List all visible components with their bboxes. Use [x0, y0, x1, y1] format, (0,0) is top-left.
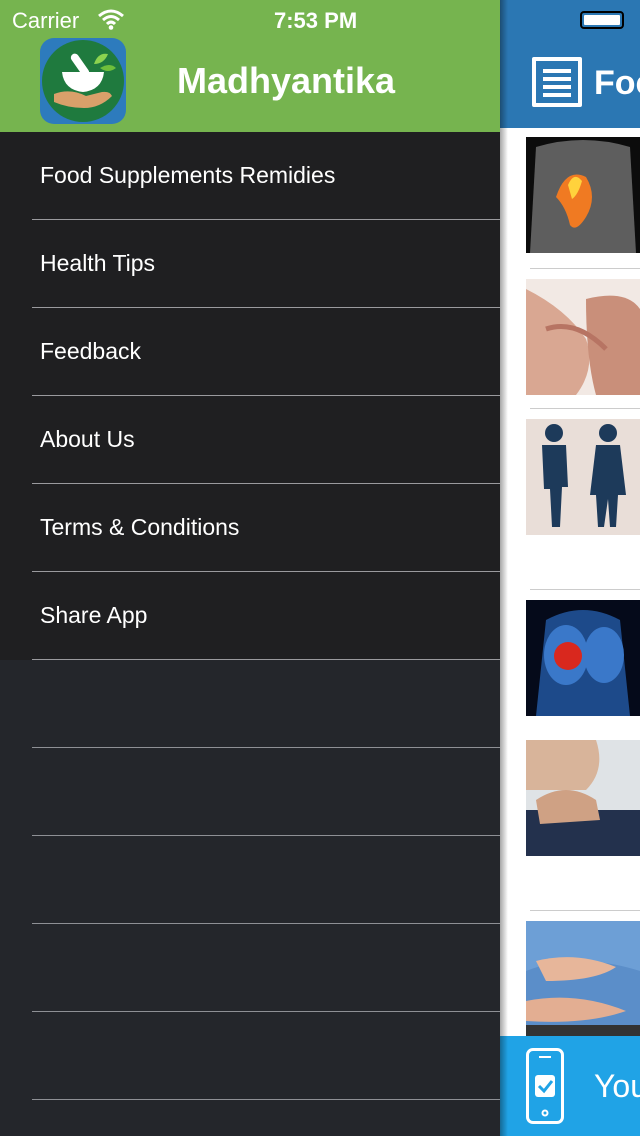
empty-menu-rows [0, 660, 500, 1136]
app-title: Madhyantika [177, 60, 396, 101]
battery-icon [580, 11, 624, 29]
menu-item-food-supplements[interactable]: Food Supplements Remidies [32, 132, 500, 220]
thumbnail-image[interactable] [526, 137, 640, 253]
banner-text: You [594, 1068, 640, 1104]
mortar-pestle-hand-icon [42, 40, 124, 122]
menu-item-label: Health Tips [40, 250, 156, 276]
empty-row [32, 836, 500, 924]
menu-item-share-app[interactable]: Share App [32, 572, 500, 660]
empty-row [32, 748, 500, 836]
thumbnail-image[interactable] [526, 740, 640, 856]
thumbnail-image[interactable] [526, 279, 640, 395]
drawer-menu: Food Supplements Remidies Health Tips Fe… [0, 132, 500, 660]
menu-item-label: About Us [40, 426, 135, 452]
menu-item-label: Feedback [40, 338, 142, 364]
empty-row [32, 1012, 500, 1100]
app-logo-icon [40, 38, 126, 124]
phone-check-icon [526, 1048, 564, 1124]
menu-item-label: Terms & Conditions [40, 514, 240, 540]
clock: 7:53 PM [274, 8, 358, 33]
side-drawer: Madhyantika Food Supplements Remidies He… [0, 0, 500, 1136]
menu-item-health-tips[interactable]: Health Tips [32, 220, 500, 308]
menu-item-feedback[interactable]: Feedback [32, 308, 500, 396]
menu-item-terms-conditions[interactable]: Terms & Conditions [32, 484, 500, 572]
drawer-shadow [500, 0, 508, 1136]
menu-item-label: Food Supplements Remidies [40, 162, 336, 188]
menu-item-about-us[interactable]: About Us [32, 396, 500, 484]
row-separator [530, 268, 640, 269]
status-bar: Carrier 7:53 PM [0, 0, 640, 40]
carrier-label: Carrier [12, 8, 80, 33]
row-separator [530, 910, 640, 911]
content-nav-title: Foc [594, 64, 640, 102]
menu-item-label: Share App [40, 602, 148, 628]
empty-row [32, 660, 500, 748]
promo-banner[interactable]: You [500, 1036, 640, 1136]
content-page[interactable]: Foc [500, 0, 640, 1136]
thumbnail-image[interactable] [526, 600, 640, 716]
wifi-icon [98, 9, 124, 30]
thumbnail-image[interactable] [526, 921, 640, 1037]
list-icon[interactable] [532, 57, 582, 107]
row-separator [530, 589, 640, 590]
empty-row [32, 924, 500, 1012]
row-separator [530, 408, 640, 409]
thumbnail-image[interactable] [526, 419, 640, 535]
